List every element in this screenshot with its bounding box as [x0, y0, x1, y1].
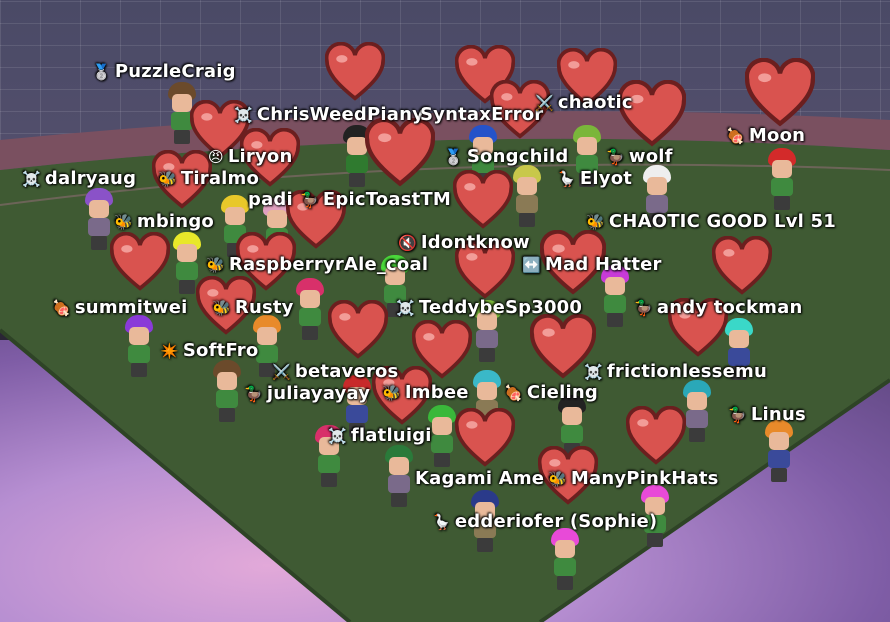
- player-nametag[interactable]: 🍖 summitwei: [52, 297, 188, 318]
- heart-icon: [711, 235, 773, 296]
- player-avatar[interactable]: [765, 148, 799, 212]
- player-nametag[interactable]: 🦆 wolf: [606, 146, 673, 167]
- heart-icon: [452, 169, 514, 230]
- player-nametag[interactable]: SyntaxError: [420, 104, 543, 125]
- bee-icon: 🐝: [586, 213, 605, 231]
- meat-icon: 🍖: [726, 127, 745, 145]
- player-nametag[interactable]: 🐝 CHAOTIC GOOD Lvl 51: [586, 211, 836, 232]
- player-nametag[interactable]: 🐝 Imbee: [382, 382, 469, 403]
- heart-icon: [109, 231, 171, 292]
- player-nametag[interactable]: 🪿 edderiofer (Sophie): [432, 511, 657, 532]
- bee-icon: 🐝: [212, 299, 231, 317]
- meat-icon: 🍖: [504, 384, 523, 402]
- player-nametag[interactable]: ☠️ flatluigi: [328, 425, 432, 446]
- medal-icon: 🥈: [92, 63, 111, 81]
- heart-icon: [625, 405, 687, 466]
- duck-icon: 🦆: [634, 299, 653, 317]
- sword-icon: ⚔️: [535, 94, 554, 112]
- duck-icon: 🦆: [244, 385, 263, 403]
- bee-icon: 🐝: [158, 170, 177, 188]
- heart-icon: [744, 57, 816, 128]
- heart-icon: [324, 41, 386, 102]
- arrows-icon: ↔️: [522, 256, 541, 274]
- meat-icon: 🍖: [52, 299, 71, 317]
- player-nametag[interactable]: 🥈 PuzzleCraig: [92, 61, 236, 82]
- player-nametag[interactable]: 🪿 Elyot: [557, 168, 632, 189]
- player-nametag[interactable]: 🦆 Linus: [728, 404, 806, 425]
- bee-icon: 🐝: [206, 256, 225, 274]
- player-nametag[interactable]: 🐝 Tiralmo: [158, 168, 259, 189]
- goose-icon: 🪿: [432, 513, 451, 531]
- bee-icon: 🐝: [382, 384, 401, 402]
- player-nametag[interactable]: 🍖 Cieling: [504, 382, 598, 403]
- heart-icon: [617, 79, 687, 148]
- player-nametag[interactable]: 🐝 ManyPinkHats: [548, 468, 719, 489]
- medal-icon: 🥈: [444, 148, 463, 166]
- player-avatar[interactable]: [210, 360, 244, 424]
- skull-icon: ☠️: [396, 299, 415, 317]
- heart-icon: [454, 407, 516, 468]
- sparkle-icon: ✴️: [160, 342, 179, 360]
- player-nametag[interactable]: 😠 Liryon: [208, 146, 292, 167]
- player-nametag[interactable]: 🦆 EpicToastTM: [300, 189, 451, 210]
- player-nametag[interactable]: ☠️ ChrisWeedPiany: [234, 104, 424, 125]
- player-avatar[interactable]: [548, 528, 582, 592]
- player-nametag[interactable]: ⚔️ betaveros: [272, 361, 398, 382]
- skull-icon: ☠️: [584, 363, 603, 381]
- player-nametag[interactable]: 🦆 juliayayay: [244, 383, 370, 404]
- skull-icon: ☠️: [328, 427, 347, 445]
- player-nametag[interactable]: ☠️ frictionlessemu: [584, 361, 767, 382]
- player-nametag[interactable]: 🐝 RaspberryrAle_coal: [206, 254, 428, 275]
- duck-icon: 🦆: [728, 406, 747, 424]
- duck-icon: 🦆: [606, 148, 625, 166]
- player-avatar[interactable]: [510, 165, 544, 229]
- game-scene[interactable]: 🥈 PuzzleCraig ☠️ ChrisWeedPiany SyntaxErro…: [0, 0, 890, 622]
- heart-icon: [327, 299, 389, 360]
- goose-icon: 🪿: [557, 170, 576, 188]
- player-nametag[interactable]: ⚔️ chaotic: [535, 92, 633, 113]
- player-nametag[interactable]: ☠️ dalryaug: [22, 168, 136, 189]
- player-nametag[interactable]: 🔇 Idontknow: [398, 232, 530, 253]
- player-avatar[interactable]: [382, 445, 416, 509]
- player-nametag[interactable]: 🍖 Moon: [726, 125, 805, 146]
- player-nametag[interactable]: padi: [248, 189, 293, 210]
- player-avatar[interactable]: [762, 420, 796, 484]
- angry-face-icon: 😠: [208, 148, 224, 166]
- player-avatar[interactable]: [122, 315, 156, 379]
- player-nametag[interactable]: 🐝 Rusty: [212, 297, 294, 318]
- mute-icon: 🔇: [398, 234, 417, 252]
- skull-icon: ☠️: [22, 170, 41, 188]
- player-nametag[interactable]: 🥈 Songchild: [444, 146, 568, 167]
- player-nametag[interactable]: ☠️ TeddybeSp3000: [396, 297, 582, 318]
- player-nametag[interactable]: Kagami Ame: [415, 468, 544, 489]
- player-nametag[interactable]: ↔️ Mad Hatter: [522, 254, 662, 275]
- bee-icon: 🐝: [548, 470, 567, 488]
- bee-icon: 🐝: [114, 213, 133, 231]
- skull-icon: ☠️: [234, 106, 253, 124]
- player-avatar[interactable]: [293, 278, 327, 342]
- player-nametag[interactable]: 🦆 andy tockman: [634, 297, 802, 318]
- duck-icon: 🦆: [300, 191, 319, 209]
- sword-icon: ⚔️: [272, 363, 291, 381]
- player-nametag[interactable]: ✴️ SoftFro: [160, 340, 258, 361]
- player-nametag[interactable]: 🐝 mbingo: [114, 211, 214, 232]
- heart-icon: [364, 117, 436, 188]
